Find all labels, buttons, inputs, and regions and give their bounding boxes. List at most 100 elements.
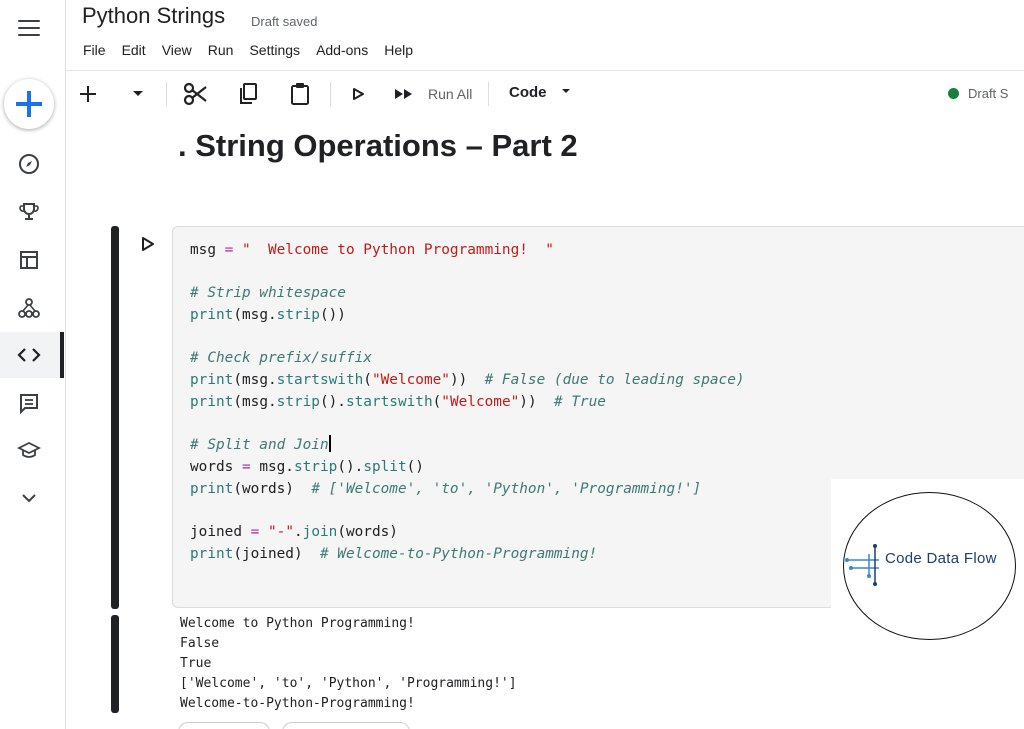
code-token: strip <box>276 307 320 324</box>
code-token: ( <box>432 393 442 410</box>
code-line: print(msg.strip()) <box>190 305 745 327</box>
code-token: (). <box>337 458 364 475</box>
trophy-icon[interactable] <box>15 198 43 226</box>
code-line: msg = " Welcome to Python Programming! " <box>190 240 745 262</box>
code-token: (msg. <box>233 372 277 389</box>
add-cell-dropdown[interactable] <box>128 80 148 108</box>
add-icon <box>16 91 42 117</box>
run-all-button[interactable]: Run All <box>428 86 472 102</box>
output-line: ['Welcome', 'to', 'Python', 'Programming… <box>180 676 517 691</box>
menu-settings[interactable]: Settings <box>249 42 300 58</box>
save-status: Draft saved <box>251 14 318 29</box>
plus-icon <box>80 86 96 102</box>
code-token: (joined) <box>233 545 320 562</box>
code-token: words <box>190 458 242 475</box>
code-token: # Strip whitespace <box>190 285 346 302</box>
learn-icon[interactable] <box>15 437 43 465</box>
comments-icon[interactable] <box>15 389 43 417</box>
code-line: print(msg.startswith("Welcome")) # False… <box>190 370 745 392</box>
code-line <box>190 327 745 349</box>
menu-icon[interactable] <box>18 20 40 40</box>
copy-button[interactable] <box>236 80 260 108</box>
play-icon <box>142 237 154 251</box>
menu-run[interactable]: Run <box>208 42 234 58</box>
code-token: . <box>293 523 303 540</box>
code-token: join <box>302 523 338 540</box>
copy-icon <box>240 83 257 104</box>
menu-help[interactable]: Help <box>384 42 413 58</box>
code-token: print <box>190 307 234 324</box>
notebook-title[interactable]: Python Strings <box>82 3 225 29</box>
code-token: () <box>406 458 424 475</box>
code-token: )) <box>449 372 485 389</box>
code-content[interactable]: msg = " Welcome to Python Programming! "… <box>190 240 745 565</box>
paste-button[interactable] <box>288 80 312 108</box>
menu-file[interactable]: File <box>83 42 106 58</box>
code-icon[interactable] <box>15 341 43 369</box>
cell-run-button[interactable] <box>140 236 156 252</box>
add-code-button[interactable] <box>178 722 270 729</box>
code-token: msg <box>190 242 225 258</box>
draft-status-text: Draft S <box>968 86 1009 101</box>
compass-icon[interactable] <box>15 150 43 178</box>
create-button[interactable] <box>4 79 54 129</box>
code-token: # True <box>553 393 606 410</box>
watermark-brand: Code Data Flow <box>885 550 997 567</box>
add-markdown-button[interactable] <box>282 722 410 729</box>
code-token: (words) <box>233 480 312 497</box>
run-cell-button[interactable] <box>348 80 368 108</box>
code-token: strip <box>276 393 320 410</box>
models-icon[interactable] <box>15 294 43 322</box>
code-token: strip <box>293 458 338 475</box>
code-token: (). <box>319 393 346 410</box>
header-divider <box>66 70 1024 71</box>
code-line <box>190 414 745 436</box>
caret-down-icon <box>133 91 143 96</box>
left-sidebar <box>0 0 66 729</box>
code-token: = <box>241 458 251 475</box>
cell-output: Welcome to Python Programming! False True [… <box>180 614 517 714</box>
code-token: (msg. <box>233 307 277 324</box>
code-token: print <box>190 372 234 389</box>
output-bar <box>111 615 119 713</box>
code-token: startswith <box>276 372 364 389</box>
code-token: print <box>190 545 234 562</box>
code-line: print(msg.strip().startswith("Welcome"))… <box>190 392 745 414</box>
code-line: # Strip whitespace <box>190 283 745 305</box>
menu-bar: File Edit View Run Settings Add-ons Help <box>83 42 429 58</box>
code-token: "Welcome" <box>441 393 520 410</box>
code-line: words = msg.strip().split() <box>190 457 745 479</box>
table-icon[interactable] <box>15 246 43 274</box>
code-line: print(joined) # Welcome-to-Python-Progra… <box>190 544 745 566</box>
code-token: ()) <box>319 307 346 324</box>
caret-down-icon <box>561 89 570 93</box>
menu-edit[interactable]: Edit <box>122 42 146 58</box>
code-line: joined = "-".join(words) <box>190 522 745 544</box>
play-icon <box>353 88 364 100</box>
chevron-down-icon[interactable] <box>15 484 43 512</box>
add-cell-button[interactable] <box>76 80 100 108</box>
code-token: # False (due to leading space) <box>484 372 745 389</box>
toolbar-separator <box>330 82 331 106</box>
output-line: Welcome-to-Python-Programming! <box>180 696 415 711</box>
code-token: # Check prefix/suffix <box>190 350 372 367</box>
code-token: split <box>363 458 407 475</box>
output-line: Welcome to Python Programming! <box>180 616 415 631</box>
markdown-heading[interactable]: . String Operations – Part 2 <box>178 128 578 164</box>
cell-type-label: Code <box>509 84 547 101</box>
output-line: False <box>180 636 220 651</box>
cell-type-select[interactable]: Code <box>509 84 571 101</box>
code-token: startswith <box>345 393 433 410</box>
code-token: " Welcome to Python Programming! " <box>233 242 554 258</box>
code-line <box>190 500 745 522</box>
menu-add-ons[interactable]: Add-ons <box>316 42 368 58</box>
code-token: msg. <box>250 458 294 475</box>
code-token: print <box>190 393 234 410</box>
code-token: )) <box>519 393 554 410</box>
menu-view[interactable]: View <box>162 42 192 58</box>
cut-button[interactable] <box>182 80 210 108</box>
code-line <box>190 262 745 284</box>
run-all-icon-button[interactable] <box>392 80 416 108</box>
